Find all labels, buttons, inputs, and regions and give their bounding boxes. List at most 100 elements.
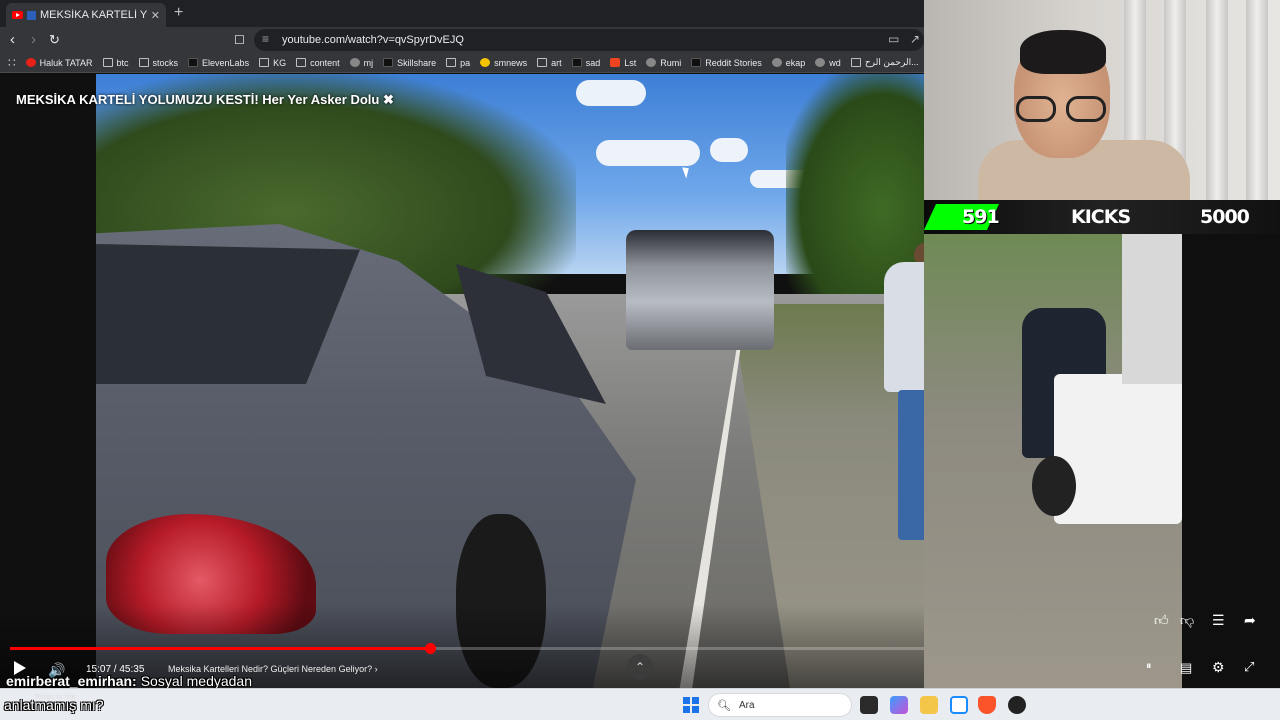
bookmark-item[interactable]: Reddit Stories <box>691 58 762 68</box>
chat-username: emirberat_emirhan: <box>6 673 137 689</box>
tab-bar: MEKSİKA KARTELİ YOLUMUZU ✕ + <box>0 0 924 27</box>
silver-suv <box>626 230 774 350</box>
like-icon[interactable]: 👍︎ <box>1154 612 1169 629</box>
back-icon[interactable]: ‹ <box>10 31 15 49</box>
bookmark-icon[interactable]: ☐ <box>234 31 245 49</box>
site-settings-icon[interactable]: ≡ <box>262 32 269 46</box>
globe-icon <box>646 58 657 67</box>
folder-icon <box>537 58 548 67</box>
youtube-favicon-icon <box>12 11 23 19</box>
bookmark-item[interactable]: Lst <box>610 58 636 68</box>
bookmark-label: Rumi <box>660 57 682 68</box>
bookmark-label: KG <box>273 57 287 68</box>
kicks-label: KICKS <box>1071 206 1131 228</box>
curtain-fold <box>1246 0 1268 200</box>
bookmark-item[interactable]: btc <box>102 58 129 68</box>
bookmark-item[interactable]: smnews <box>480 58 527 68</box>
bookmark-item[interactable]: stocks <box>138 57 179 68</box>
task-view-icon[interactable] <box>860 696 878 714</box>
bookmark-item[interactable]: wd <box>815 58 841 68</box>
bookmark-item[interactable]: ekap <box>771 58 805 68</box>
share-arrow-icon[interactable]: ➦ <box>1244 612 1256 629</box>
video-frame <box>96 74 924 688</box>
right-video-panel <box>1182 234 1280 688</box>
youtube-icon <box>25 58 36 67</box>
share-icon[interactable]: ↗ <box>910 32 920 46</box>
curtain-fold <box>1206 0 1228 200</box>
glasses-icon <box>1012 96 1112 122</box>
folder-icon <box>296 58 307 67</box>
elevenlabs-icon <box>188 58 199 67</box>
chevron-up-icon[interactable]: ⌃ <box>627 654 653 680</box>
new-tab-button[interactable]: + <box>174 4 183 22</box>
bookmark-item[interactable]: KG <box>259 58 286 68</box>
windows-taskbar: 🔍︎ Ara <box>0 688 1280 720</box>
bookmark-item[interactable]: mj <box>349 57 374 68</box>
comments-icon[interactable]: ☰ <box>1212 612 1225 629</box>
bookmark-item[interactable]: Skillshare <box>383 58 436 68</box>
bookmark-label: ElevenLabs <box>202 57 250 68</box>
bookmark-item[interactable]: pa <box>446 58 470 68</box>
pause-icon[interactable]: ⏸ <box>1146 660 1152 673</box>
bookmark-label: stocks <box>152 57 179 68</box>
bookmark-label: sad <box>585 57 601 68</box>
tab-title: MEKSİKA KARTELİ YOLUMUZU <box>40 9 147 21</box>
exit-fullscreen-icon[interactable]: ⤢ <box>1244 659 1254 675</box>
subtitles-icon[interactable]: ▤ <box>1180 660 1192 676</box>
settings-gear-icon[interactable]: ⚙ <box>1212 659 1225 676</box>
screen: { "browser": { "tab_title": "MEKSİKA KAR… <box>0 0 1280 720</box>
video-player[interactable]: MEKSİKA KARTELİ YOLUMUZU KESTİ! Her Yer … <box>0 74 924 688</box>
bookmark-item[interactable]: art <box>537 58 562 68</box>
progress-bar[interactable] <box>10 643 924 654</box>
ice-cream-cart <box>1054 374 1182 524</box>
bookmark-label: mj <box>363 57 374 68</box>
search-icon: 🔍︎ <box>717 699 731 712</box>
bookmark-label: Haluk TATAR <box>39 57 93 68</box>
kicks-goal-bar: 591 KICKS 5000 <box>924 200 1280 234</box>
kicks-goal: 5000 <box>1200 206 1250 228</box>
copilot-icon[interactable] <box>890 696 908 714</box>
globe-icon <box>815 58 826 67</box>
taskbar-search[interactable]: 🔍︎ Ara <box>708 693 852 717</box>
bookmark-item[interactable]: ElevenLabs <box>188 58 249 68</box>
windows-start-icon[interactable] <box>683 697 699 713</box>
forward-icon[interactable]: › <box>31 31 36 49</box>
address-bar[interactable]: ≡ youtube.com/watch?v=qvSpyrDvEJQ <box>254 29 924 51</box>
bookmark-item[interactable]: الرحمن الرح... <box>850 57 919 68</box>
bookmark-item[interactable]: sad <box>571 57 601 68</box>
browser-window: MEKSİKA KARTELİ YOLUMUZU ✕ + ‹ › ↻ ☐ ≡ y… <box>0 0 924 688</box>
active-tab[interactable]: MEKSİKA KARTELİ YOLUMUZU ✕ <box>6 3 166 27</box>
bookmark-item[interactable]: content <box>296 58 340 68</box>
reload-icon[interactable]: ↻ <box>49 31 60 49</box>
progress-played <box>10 647 431 650</box>
dislike-icon[interactable]: 👎︎ <box>1180 612 1194 629</box>
cast-icon[interactable]: ▭ <box>888 32 899 46</box>
bookmark-label: Reddit Stories <box>705 57 762 68</box>
file-explorer-icon[interactable] <box>920 696 938 714</box>
d-logo-icon <box>691 58 702 67</box>
bookmark-label: smnews <box>494 57 528 68</box>
cart-umbrella-pole <box>1122 234 1182 384</box>
chat-message-continued: anlatmamış mı? <box>4 697 104 713</box>
obs-icon[interactable] <box>1008 696 1026 714</box>
folder-icon <box>138 58 149 67</box>
chat-text: Sosyal medyadan <box>140 673 253 689</box>
folder-icon <box>259 58 270 67</box>
smiley-icon <box>480 58 491 67</box>
cloud <box>710 138 748 162</box>
bookmark-label: content <box>310 57 340 68</box>
cloud <box>596 140 700 166</box>
video-title[interactable]: MEKSİKA KARTELİ YOLUMUZU KESTİ! Her Yer … <box>16 92 394 108</box>
bookmark-label: الرحمن الرح... <box>864 57 919 67</box>
brave-browser-icon[interactable] <box>978 696 996 714</box>
s-logo-icon <box>610 58 621 67</box>
snipping-tool-icon[interactable] <box>950 696 968 714</box>
bookmark-item[interactable]: Haluk TATAR <box>25 57 93 68</box>
bookmarks-bar: ∷ Haluk TATAR btc stocks ElevenLabs KG conten… <box>0 53 924 73</box>
tab-close-icon[interactable]: ✕ <box>151 9 160 22</box>
bookmark-item[interactable]: Rumi <box>646 58 681 68</box>
apps-grid-icon[interactable]: ∷ <box>8 56 16 70</box>
bookmark-label: Lst <box>624 57 637 68</box>
skillshare-icon <box>383 58 394 67</box>
man-on-road <box>874 242 924 572</box>
